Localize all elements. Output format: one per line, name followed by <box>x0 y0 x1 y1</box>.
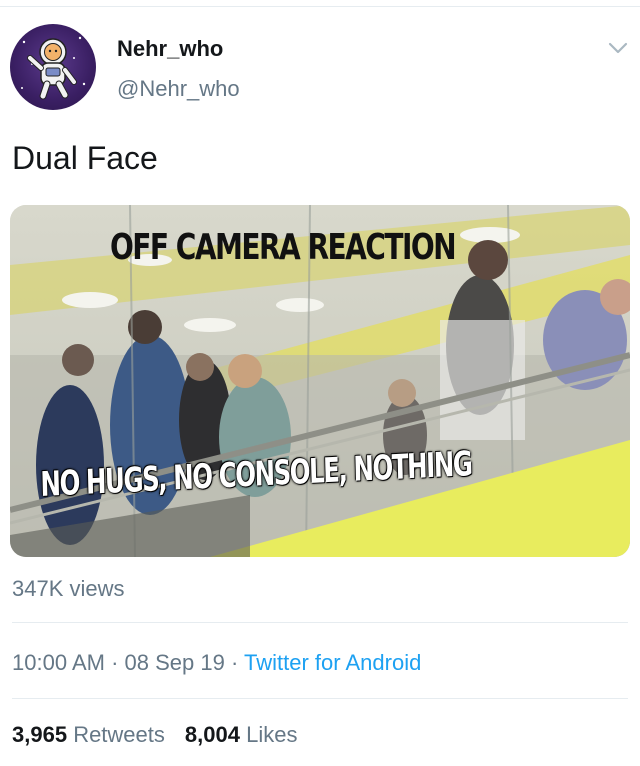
display-name[interactable]: Nehr_who <box>117 36 223 62</box>
retweets-label: Retweets <box>73 722 165 747</box>
top-divider <box>0 6 640 7</box>
tweet-text: Dual Face <box>12 140 158 176</box>
tweet-metadata: 10:00 AM · 08 Sep 19 · Twitter for Andro… <box>12 650 421 676</box>
avatar[interactable] <box>10 24 96 110</box>
view-count: 347K views <box>12 576 125 601</box>
divider <box>12 698 628 699</box>
video-caption-top: OFF CAMERA REACTION <box>110 227 457 268</box>
tweet-source-link[interactable]: Twitter for Android <box>244 650 421 675</box>
retweets-count: 3,965 <box>12 722 68 747</box>
tweet-time[interactable]: 10:00 AM <box>12 650 105 675</box>
retweets-stat[interactable]: 3,965 Retweets <box>12 722 165 747</box>
tweet-date[interactable]: 08 Sep 19 <box>125 650 225 675</box>
divider <box>12 622 628 623</box>
chevron-down-icon[interactable] <box>606 38 630 58</box>
engagement-stats: 3,965 Retweets 8,004 Likes <box>12 722 297 748</box>
likes-stat[interactable]: 8,004 Likes <box>185 722 298 747</box>
meta-separator: · <box>111 650 119 675</box>
likes-count: 8,004 <box>184 722 240 747</box>
likes-label: Likes <box>246 722 298 747</box>
astronaut-icon <box>21 36 86 100</box>
user-handle[interactable]: @Nehr_who <box>117 76 240 102</box>
meta-separator: · <box>230 650 239 675</box>
tweet-video[interactable]: OFF CAMERA REACTION NO HUGS, NO CONSOLE,… <box>10 205 630 557</box>
